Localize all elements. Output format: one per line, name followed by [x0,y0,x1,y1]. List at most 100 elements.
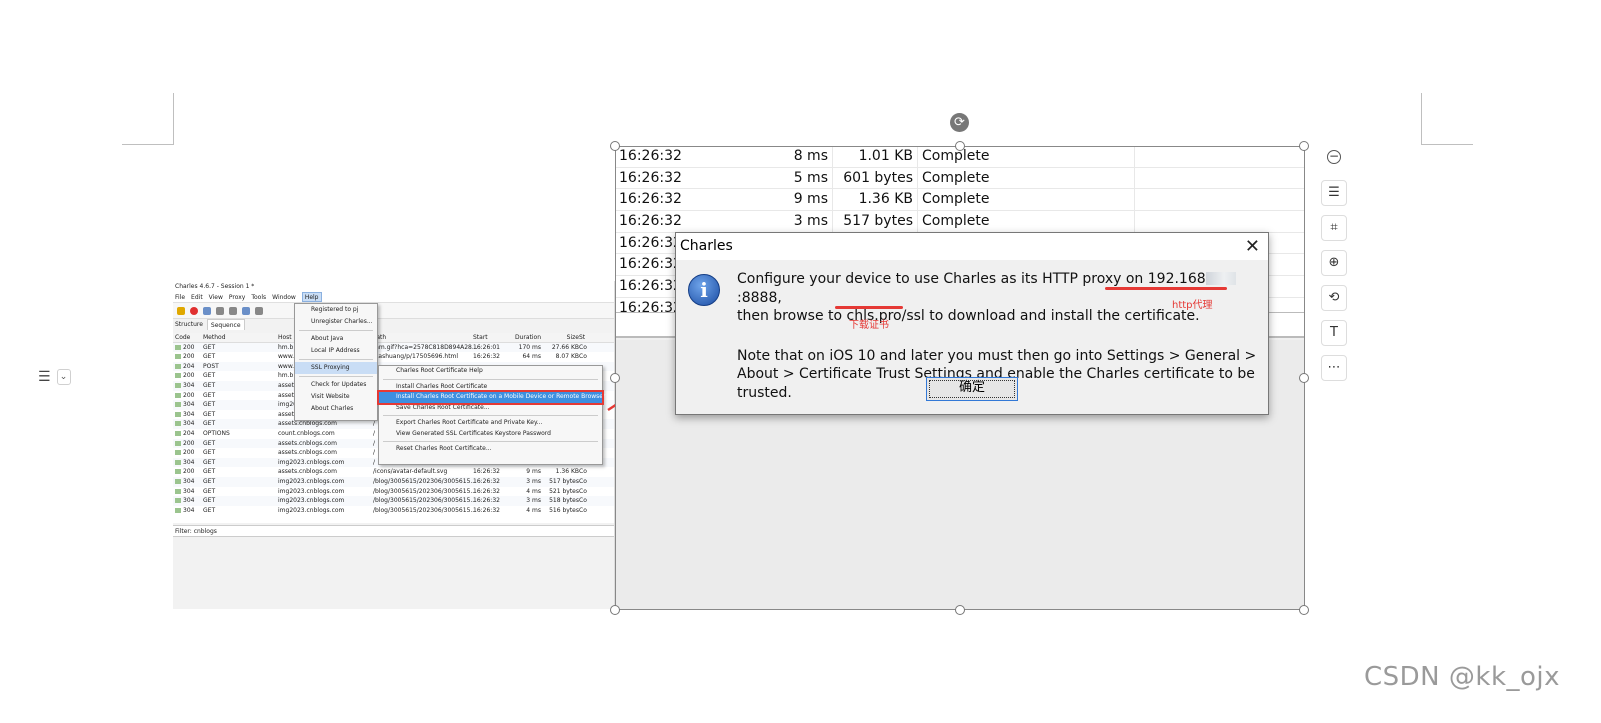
col-size[interactable]: Size [541,333,579,342]
resize-handle-top[interactable] [955,141,965,151]
table-cell-size: 1.36 KB [832,189,917,211]
menu-item-about-java[interactable]: About Java [295,333,377,345]
status-icon [175,363,181,369]
menu-item-reset-root-cert[interactable]: Reset Charles Root Certificate... [379,444,602,455]
status-icon [175,440,181,446]
col-duration[interactable]: Duration [501,333,541,342]
tab-structure[interactable]: Structure [175,319,203,330]
resize-handle-left[interactable] [610,373,620,383]
crop-icon[interactable]: ⌗ [1321,215,1347,241]
table-cell: GET [203,487,216,495]
resize-handle-bottom-right[interactable] [1299,605,1309,615]
menu-separator [299,359,373,360]
status-code: 304 [183,487,195,495]
annotation-http-proxy: http代理 [1172,300,1213,311]
table-row[interactable]: 200 GET www.../kashuang/p/17505696.html 16:… [173,352,614,362]
menu-item-export-cert-key[interactable]: Export Charles Root Certificate and Priv… [379,418,602,429]
menu-help[interactable]: Help [301,292,322,302]
table-cell: Co [579,487,587,495]
col-status[interactable]: St [579,333,599,342]
status-code: 304 [183,506,195,514]
menu-edit[interactable]: Edit [191,292,203,302]
table-cell: 170 ms [518,343,541,351]
text-wrap-icon[interactable]: ☰ [1321,180,1347,206]
col-path[interactable]: Path [373,333,473,342]
resize-handle-bottom[interactable] [955,605,965,615]
table-cell: /hm.gif?hca=2578C818D894A28... [373,343,478,351]
paragraph-outline-control[interactable]: ☰ ⌄ [38,369,71,385]
zoom-in-icon[interactable]: ⊕ [1321,250,1347,276]
menu-item-ssl-proxying[interactable]: SSL Proxying [295,362,377,374]
table-cell: 27.66 KB [551,343,579,351]
table-cell: 200 [173,343,203,353]
table-cell: assets.cnblogs.com [278,468,337,476]
table-cell-status: Complete [917,146,1135,167]
menu-item-local-ip[interactable]: Local IP Address [295,345,377,357]
proxy-ip: 192.168 [1147,271,1206,287]
table-header: Code Method Host Path Start Duration Siz… [173,333,614,343]
resize-handle-top-left[interactable] [610,141,620,151]
rotate-icon[interactable]: ⟲ [1321,285,1347,311]
close-icon[interactable]: ✕ [1245,233,1260,260]
table-cell: GET [203,497,216,505]
stop-icon[interactable] [229,306,237,315]
table-cell-size: 601 bytes [832,167,917,189]
throttle-icon[interactable] [203,306,211,315]
refresh-icon[interactable] [255,306,263,315]
ok-button[interactable]: 确定 [926,377,1018,401]
col-method[interactable]: Method [203,333,278,342]
table-row[interactable]: 304 GET img2023.cnblogs.com/blog/3005615/2… [173,506,614,516]
record-icon[interactable] [190,306,198,315]
ocr-icon[interactable]: T [1321,320,1347,346]
turtle-icon[interactable] [216,306,224,315]
status-code: 304 [183,458,195,466]
table-row[interactable]: 304 GET img2023.cnblogs.com/blog/3005615/2… [173,487,614,497]
menu-tools[interactable]: Tools [251,292,266,302]
menu-file[interactable]: File [175,292,185,302]
menu-item-root-cert-help[interactable]: Charles Root Certificate Help [379,366,602,377]
menu-item-about-charles[interactable]: About Charles [295,403,377,415]
table-row[interactable]: 304 GET img2023.cnblogs.com/blog/3005615/2… [173,476,614,487]
table-cell: assets.cnblogs.com [278,439,337,447]
charles-small-screenshot[interactable]: Charles 4.6.7 - Session 1 * File Edit Vi… [173,281,615,609]
table-row[interactable]: 200 GET hm.b.../hm.gif?hca=2578C818D894A28… [173,342,614,353]
table-cell-time: 16:26:32 [619,278,682,295]
menu-item-check-updates[interactable]: Check for Updates [295,379,377,391]
col-start[interactable]: Start [473,333,501,342]
zoom-out-icon[interactable]: − [1321,145,1347,171]
resize-handle-bottom-left[interactable] [610,605,620,615]
menu-item-unregister[interactable]: Unregister Charles... [295,316,377,328]
more-icon[interactable]: ⋯ [1321,355,1347,381]
menu-item-registered[interactable]: Registered to pj [295,304,377,316]
broom-icon[interactable] [177,306,185,315]
menu-proxy[interactable]: Proxy [229,292,245,302]
outline-icon: ☰ [38,369,51,385]
table-cell: img2023.cnblogs.com [278,497,345,505]
rotate-handle-icon[interactable]: ⟳ [950,113,969,132]
filter-input[interactable]: cnblogs [194,528,217,535]
status-code: 204 [183,429,195,437]
tab-sequence[interactable]: Sequence [206,319,245,330]
menu-view[interactable]: View [209,292,223,302]
status-icon [175,354,181,360]
status-code: 304 [183,497,195,505]
message-line2-post: to download and install the certificate. [924,308,1200,324]
table-row[interactable]: 304 GET img2023.cnblogs.com/blog/3005615/2… [173,496,614,506]
status-icon [175,450,181,456]
menu-item-install-cert-mobile[interactable]: Install Charles Root Certificate on a Mo… [377,390,605,405]
col-code[interactable]: Code [173,333,203,342]
pen-icon[interactable] [242,306,250,315]
menu-item-install-root-cert[interactable]: Install Charles Root Certificate [379,382,602,393]
status-icon [175,469,181,475]
table-cell: 16:26:32 [473,497,500,505]
table-row[interactable]: 200 GET assets.cnblogs.com/icons/avatar-de… [173,467,614,477]
menu-item-save-root-cert[interactable]: Save Charles Root Certificate... [379,403,602,414]
table-cell: 64 ms [522,353,541,361]
menu-window[interactable]: Window [272,292,296,302]
resize-handle-right[interactable] [1299,373,1309,383]
url-underline [835,306,903,309]
table-cell: 3 ms [526,497,541,505]
resize-handle-top-right[interactable] [1299,141,1309,151]
menu-item-view-keystore-password[interactable]: View Generated SSL Certificates Keystore… [379,429,602,440]
menu-item-visit-website[interactable]: Visit Website [295,391,377,403]
